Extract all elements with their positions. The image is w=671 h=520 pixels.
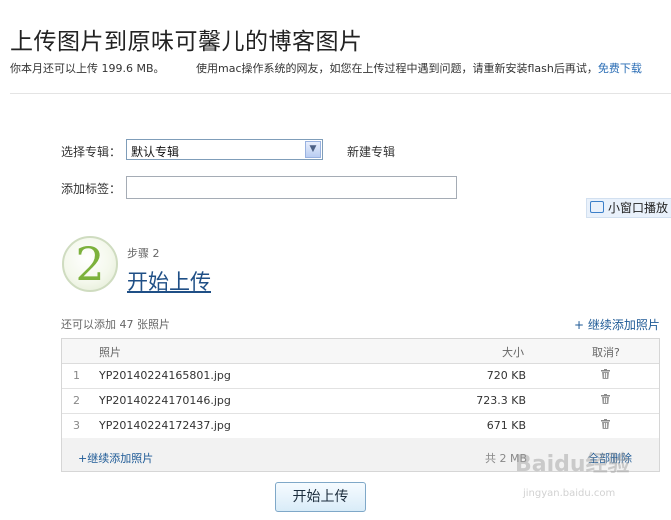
watermark-brand: Baidu经验	[515, 452, 630, 477]
add-more-photos-bottom-link[interactable]: +继续添加照片	[78, 450, 153, 466]
step-title: 开始上传	[127, 270, 211, 294]
column-photo: 照片	[99, 346, 121, 359]
file-name: YP20140224172437.jpg	[99, 419, 231, 432]
step-number: 2	[75, 237, 105, 291]
column-size: 大小	[502, 346, 524, 359]
popout-player-button[interactable]: 小窗口播放	[586, 198, 671, 218]
file-size: 720 KB	[486, 369, 526, 382]
free-download-link[interactable]: 免费下载	[598, 62, 642, 75]
row-index: 1	[73, 369, 80, 382]
column-cancel: 取消?	[592, 346, 620, 359]
tags-label: 添加标签：	[61, 182, 122, 196]
new-album-link[interactable]: 新建专辑	[347, 143, 395, 160]
file-name: YP20140224165801.jpg	[99, 369, 231, 382]
trash-icon[interactable]	[601, 419, 610, 429]
popout-player-label: 小窗口播放	[608, 201, 669, 215]
table-header: 照片 大小 取消?	[62, 339, 659, 364]
add-more-photos-link[interactable]: + 继续添加照片	[574, 316, 660, 333]
header-divider	[10, 93, 671, 94]
file-size: 723.3 KB	[476, 394, 526, 407]
row-index: 3	[73, 419, 80, 432]
mac-notice-text: 使用mac操作系统的网友，如您在上传过程中遇到问题，请重新安装flash后再试，	[196, 62, 598, 75]
watermark-url: jingyan.baidu.com	[523, 488, 616, 499]
remaining-count: 还可以添加 47 张照片	[61, 318, 170, 331]
start-upload-button[interactable]: 开始上传	[275, 482, 366, 512]
table-row: 2 YP20140224170146.jpg 723.3 KB	[62, 388, 659, 414]
album-label: 选择专辑：	[61, 145, 122, 159]
tags-input[interactable]	[126, 176, 457, 199]
table-row: 3 YP20140224172437.jpg 671 KB	[62, 413, 659, 439]
row-index: 2	[73, 394, 80, 407]
album-select[interactable]: 默认专辑 ▼	[126, 139, 323, 160]
file-name: YP20140224170146.jpg	[99, 394, 231, 407]
page-title: 上传图片到原味可馨儿的博客图片	[10, 29, 363, 55]
album-select-value: 默认专辑	[131, 145, 180, 159]
chevron-down-icon[interactable]: ▼	[305, 141, 321, 158]
baidu-watermark: Baidu经验 jingyan.baidu.com	[515, 444, 665, 510]
upload-quota: 你本月还可以上传 199.6 MB。	[10, 62, 165, 75]
table-row: 1 YP20140224165801.jpg 720 KB	[62, 363, 659, 389]
trash-icon[interactable]	[601, 369, 610, 379]
step-label: 步骤 2	[127, 247, 160, 260]
file-size: 671 KB	[486, 419, 526, 432]
mac-notice: 使用mac操作系统的网友，如您在上传过程中遇到问题，请重新安装flash后再试，…	[196, 60, 642, 76]
tv-icon	[590, 201, 604, 213]
trash-icon[interactable]	[601, 394, 610, 404]
